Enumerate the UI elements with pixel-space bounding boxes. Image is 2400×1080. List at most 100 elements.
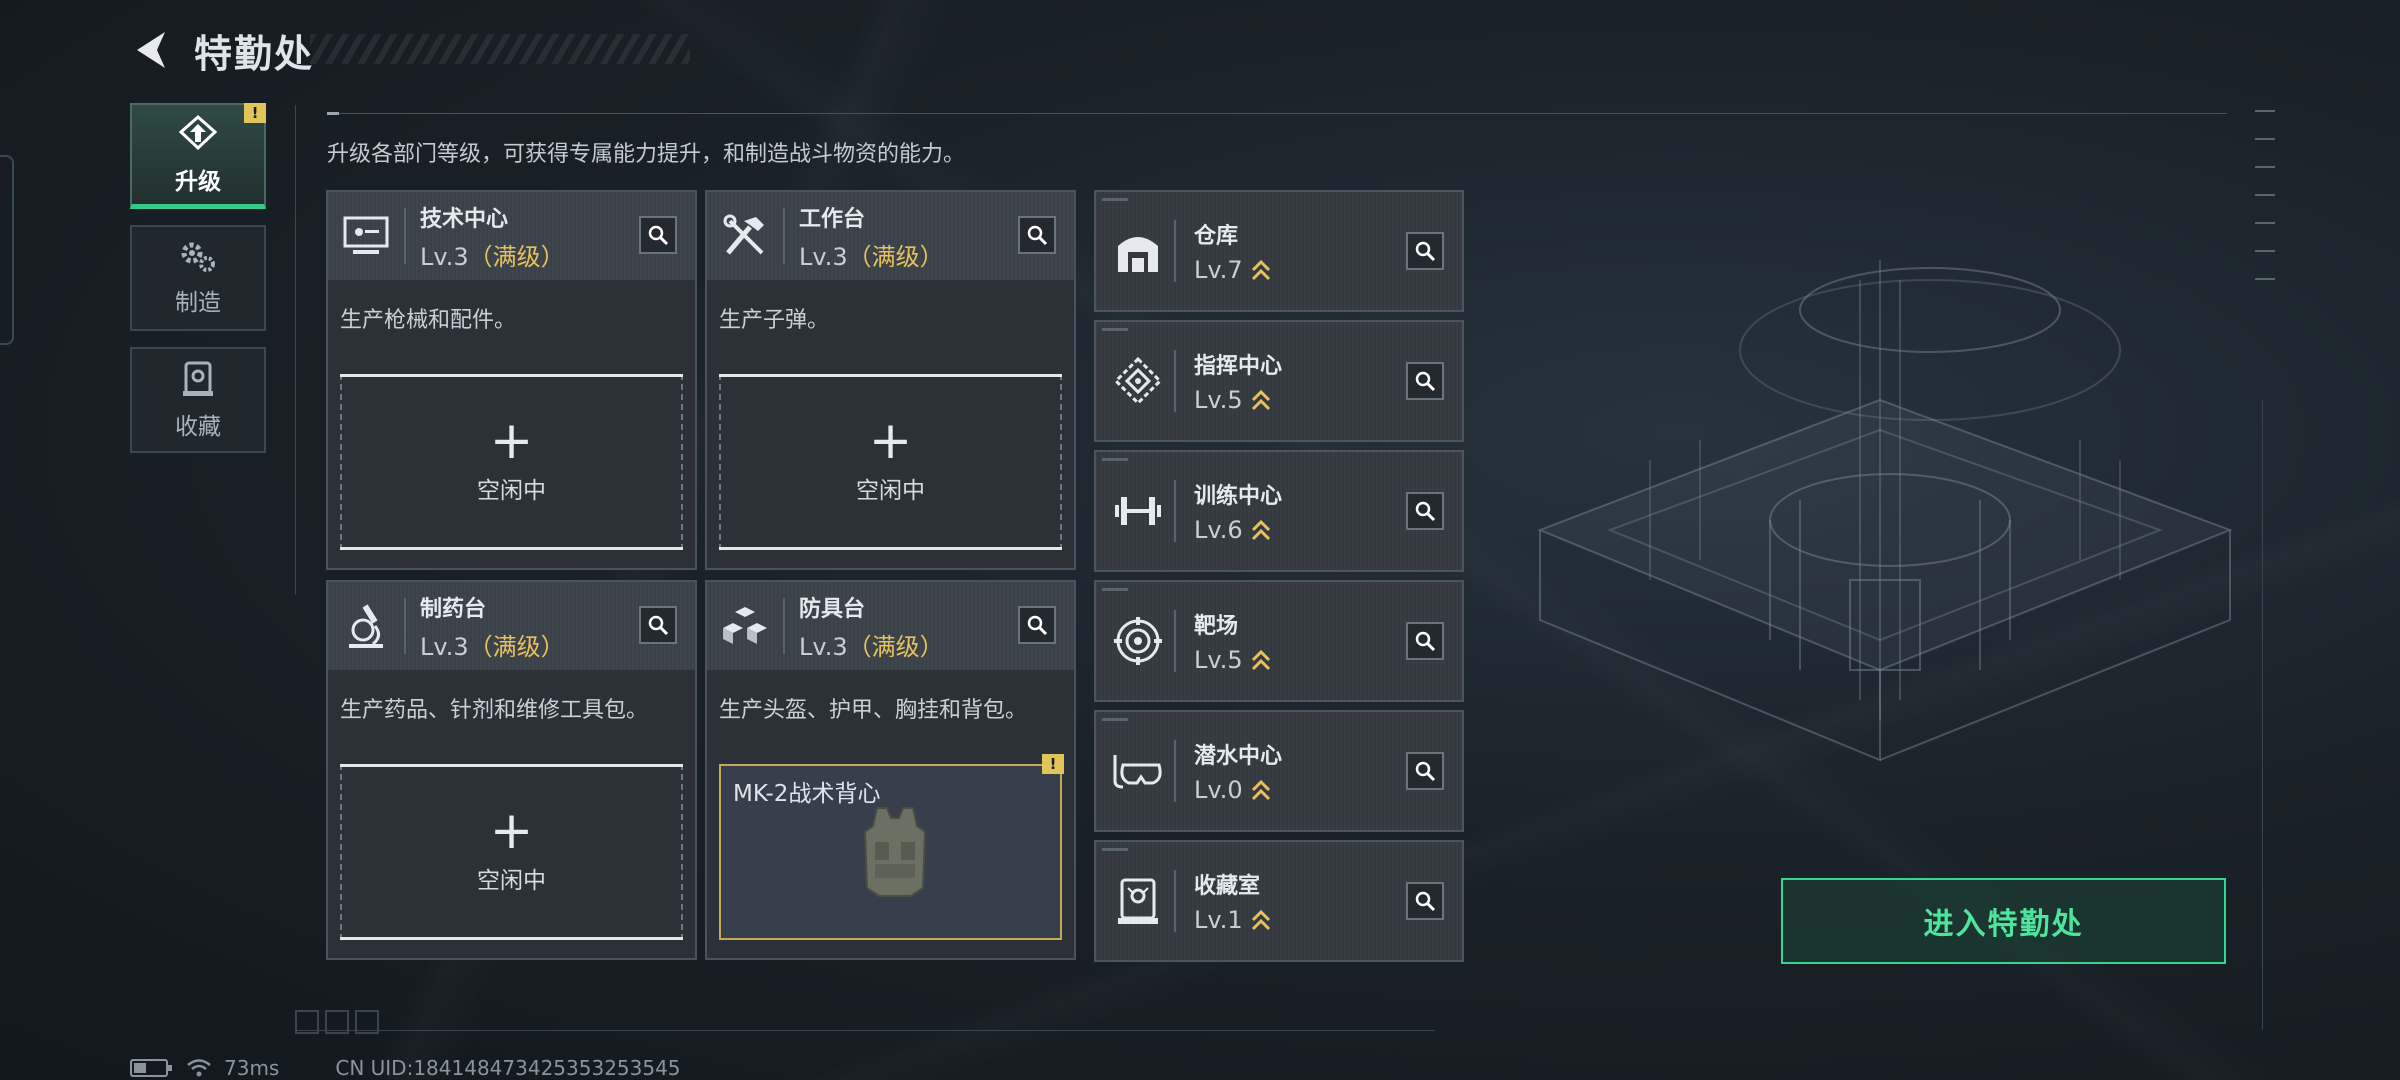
inspect-button[interactable]: [1018, 216, 1056, 254]
collection-room-icon: [1102, 870, 1176, 932]
card-header: 工作台 Lv.3（满级）: [707, 192, 1074, 280]
facility-name: 仓库: [1194, 224, 1239, 249]
upgrade-chevron-icon: [1251, 649, 1270, 671]
nav-tab-collection[interactable]: 收藏: [130, 347, 266, 453]
station-name: 技术中心: [420, 206, 509, 232]
station-description: 生产枪械和配件。: [340, 308, 517, 333]
page-description: 升级各部门等级，可获得专属能力提升，和制造战斗物资的能力。: [327, 142, 966, 167]
user-uid: CN UID:18414847342535325354​5: [335, 1056, 681, 1080]
armor-blocks-icon: [707, 598, 785, 654]
nav-tab-upgrade[interactable]: ! 升级: [130, 103, 266, 209]
facility-level: Lv.6: [1194, 516, 1282, 544]
production-slot-idle[interactable]: + 空闲中: [340, 374, 683, 550]
base-hologram-illustration: [1537, 260, 2233, 762]
back-arrow-icon: [137, 32, 165, 68]
add-icon: +: [489, 801, 534, 861]
header-stripes: [310, 34, 690, 64]
station-level: Lv.3（满级）: [420, 242, 565, 271]
inspect-button[interactable]: [1406, 492, 1444, 530]
upgrade-chevron-icon: [1251, 519, 1270, 541]
upgrade-icon: [178, 114, 218, 150]
facility-level: Lv.0: [1194, 776, 1282, 804]
upgrade-chevron-icon: [1251, 389, 1270, 411]
facility-name: 靶场: [1194, 614, 1239, 639]
facility-level: Lv.7: [1194, 256, 1271, 284]
collection-icon: [183, 361, 213, 396]
station-name: 工作台: [799, 206, 866, 232]
tech-center-icon: [328, 208, 406, 264]
inspect-button[interactable]: [1406, 752, 1444, 790]
search-icon: [1415, 891, 1436, 912]
facility-level: Lv.5: [1194, 386, 1282, 414]
search-icon: [1027, 615, 1048, 636]
facility-level: Lv.5: [1194, 646, 1271, 674]
facility-diving-center[interactable]: 潜水中心 Lv.0: [1094, 710, 1464, 832]
crafted-item-slot[interactable]: ! MK-2战术背心: [719, 754, 1064, 940]
warning-badge: !: [244, 103, 266, 123]
target-icon: [1102, 610, 1176, 672]
add-icon: +: [868, 411, 913, 471]
station-card-pharmacy: 制药台 Lv.3（满级） 生产药品、针剂和维修工具包。 + 空闲中: [326, 580, 697, 960]
search-icon: [1415, 631, 1436, 652]
page-header: 特勤处: [130, 22, 690, 78]
upgrade-chevron-icon: [1251, 779, 1270, 801]
facility-name: 潜水中心: [1194, 744, 1283, 769]
warehouse-icon: [1102, 220, 1176, 282]
inspect-button[interactable]: [1406, 362, 1444, 400]
facility-training-center[interactable]: 训练中心 Lv.6: [1094, 450, 1464, 572]
slot-status: 空闲中: [477, 868, 546, 894]
facility-collection-room[interactable]: 收藏室 Lv.1: [1094, 840, 1464, 962]
facility-command-center[interactable]: 指挥中心 Lv.5: [1094, 320, 1464, 442]
card-header: 防具台 Lv.3（满级）: [707, 582, 1074, 670]
inspect-button[interactable]: [639, 606, 677, 644]
station-card-workbench: 工作台 Lv.3（满级） 生产子弹。 + 空闲中: [705, 190, 1076, 570]
divider-line: [295, 105, 296, 595]
status-bar: 73ms CN UID:18414847342535325354​5: [130, 1056, 681, 1080]
side-pull-tab[interactable]: [0, 155, 14, 345]
station-level: Lv.3（满级）: [799, 632, 944, 661]
enter-special-ops-button[interactable]: 进入特勤处: [1781, 878, 2226, 964]
production-slot-idle[interactable]: + 空闲中: [340, 764, 683, 940]
station-level: Lv.3（满级）: [420, 632, 565, 661]
nav-label-craft: 制造: [175, 290, 221, 316]
gears-icon: [181, 242, 215, 272]
facility-name: 训练中心: [1194, 484, 1283, 509]
ping-value: 73ms: [224, 1056, 280, 1080]
inspect-button[interactable]: [1406, 882, 1444, 920]
tactical-vest-icon: [863, 807, 927, 897]
station-description: 生产药品、针剂和维修工具包。: [340, 698, 649, 723]
card-header: 制药台 Lv.3（满级）: [328, 582, 695, 670]
inspect-button[interactable]: [639, 216, 677, 254]
slot-status: 空闲中: [477, 478, 546, 504]
station-description: 生产头盔、护甲、胸挂和背包。: [719, 698, 1028, 723]
station-name: 制药台: [420, 596, 487, 622]
search-icon: [1415, 761, 1436, 782]
facility-name: 指挥中心: [1194, 354, 1283, 379]
slot-status: 空闲中: [856, 478, 925, 504]
warning-badge: !: [1042, 754, 1064, 774]
microscope-icon: [328, 598, 406, 654]
facility-warehouse[interactable]: 仓库 Lv.7: [1094, 190, 1464, 312]
top-divider: [327, 112, 2227, 115]
wifi-icon: [187, 1059, 211, 1077]
page-title: 特勤处: [194, 31, 315, 76]
nav-tab-craft[interactable]: 制造: [130, 225, 266, 331]
search-icon: [1415, 371, 1436, 392]
station-level: Lv.3（满级）: [799, 242, 944, 271]
station-name: 防具台: [799, 596, 866, 622]
production-slot-idle[interactable]: + 空闲中: [719, 374, 1062, 550]
upgrade-chevron-icon: [1251, 909, 1270, 931]
command-center-icon: [1102, 350, 1176, 412]
station-card-tech-center: 技术中心 Lv.3（满级） 生产枪械和配件。 + 空闲中: [326, 190, 697, 570]
scale-marks: [2255, 110, 2275, 290]
back-button[interactable]: [130, 25, 172, 75]
right-divider: [2262, 400, 2263, 1030]
facility-shooting-range[interactable]: 靶场 Lv.5: [1094, 580, 1464, 702]
station-description: 生产子弹。: [719, 308, 830, 333]
battery-icon: [130, 1059, 172, 1077]
inspect-button[interactable]: [1406, 232, 1444, 270]
add-icon: +: [489, 411, 534, 471]
inspect-button[interactable]: [1018, 606, 1056, 644]
nav-label-upgrade: 升级: [175, 168, 221, 195]
inspect-button[interactable]: [1406, 622, 1444, 660]
